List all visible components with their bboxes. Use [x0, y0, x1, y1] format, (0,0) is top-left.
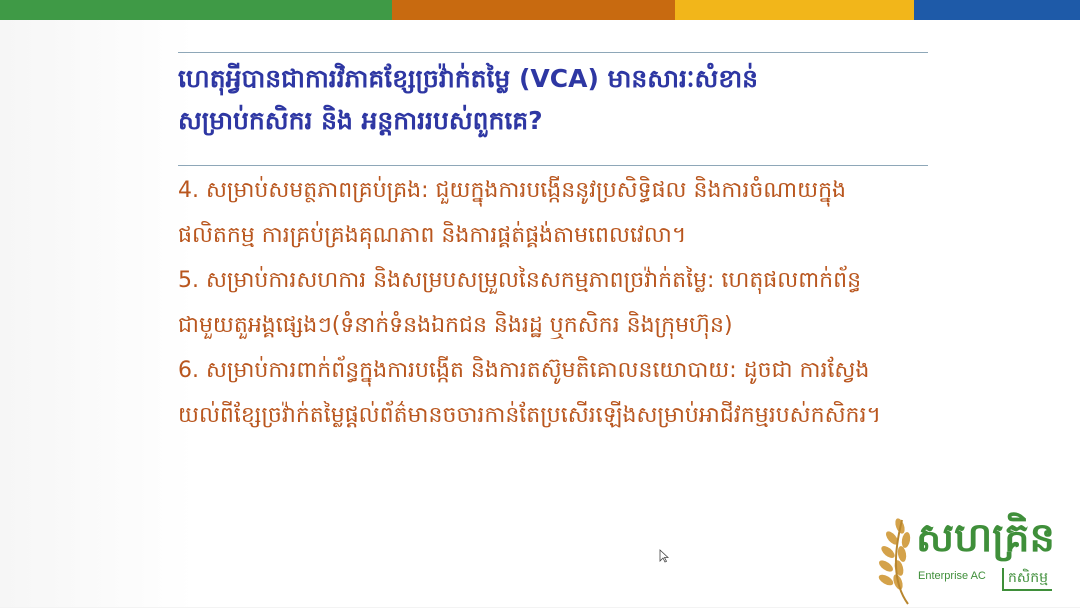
slide-title: ហេតុអ្វីបានជាការវិភាគខ្សែច្រវ៉ាក់តម្លៃ (…: [178, 58, 928, 142]
body-line: 5. សម្រាប់ការសហការ និងសម្របសម្រួលនៃសកម្ម…: [178, 268, 862, 293]
body-line: 6. សម្រាប់ការពាក់ព័ន្ធក្នុងការបង្កើត និង…: [178, 358, 870, 383]
color-bar-orange: [392, 0, 675, 20]
color-bar-yellow: [675, 0, 914, 20]
slide-body: 4. សម្រាប់សមត្ថភាពគ្រប់គ្រង: ជួយក្នុងការ…: [178, 168, 998, 438]
brand-name-khmer: សហគ្រិន: [916, 515, 1055, 561]
title-top-rule: [178, 52, 928, 53]
body-line: ជាមួយតួអង្គផ្សេងៗ(ទំនាក់ទំនងឯកជន និងរដ្ឋ…: [178, 313, 733, 338]
mouse-pointer-icon: [659, 549, 669, 563]
title-line: ហេតុអ្វីបានជាការវិភាគខ្សែច្រវ៉ាក់តម្លៃ (…: [178, 64, 759, 93]
brand-name-english: Enterprise AC: [918, 570, 986, 582]
color-bar-green: [0, 0, 392, 20]
body-line: យល់ពីខ្សែច្រវ៉ាក់តម្លៃផ្តល់ព័ត៌មានចចារកា…: [178, 403, 881, 428]
slide-canvas: ហេតុអ្វីបានជាការវិភាគខ្សែច្រវ៉ាក់តម្លៃ (…: [0, 20, 1080, 607]
top-color-bar: [0, 0, 1080, 20]
body-line: 4. សម្រាប់សមត្ថភាពគ្រប់គ្រង: ជួយក្នុងការ…: [178, 178, 847, 203]
title-bottom-rule: [178, 165, 928, 166]
body-line: ផលិតកម្ម ការគ្រប់គ្រងគុណភាព និងការផ្គត់ផ…: [178, 223, 687, 248]
color-bar-blue: [914, 0, 1080, 20]
title-line: សម្រាប់កសិករ និង អន្តការរបស់ពួកគេ?: [178, 106, 543, 135]
brand-subtitle-khmer: កសិកម្ម: [1002, 568, 1052, 591]
brand-logo: សហគ្រិន Enterprise AC កសិកម្ម: [872, 512, 1068, 608]
